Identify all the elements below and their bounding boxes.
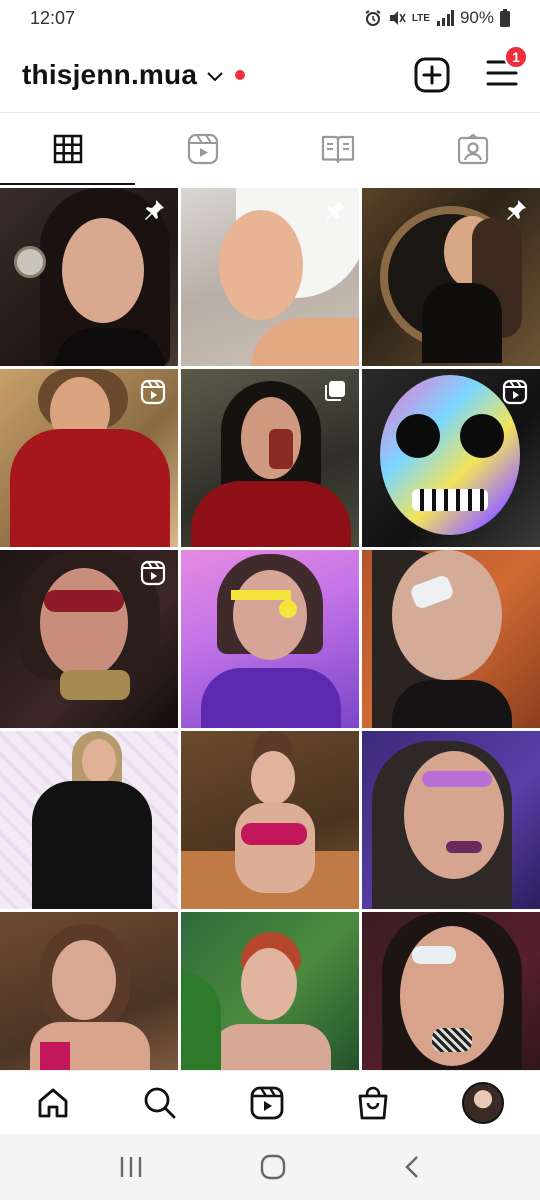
battery-icon [500, 9, 510, 27]
tab-posts-grid[interactable] [0, 113, 135, 185]
battery-percent: 90% [459, 8, 494, 27]
tagged-icon [457, 133, 488, 165]
post-thumbnail[interactable] [0, 912, 178, 1090]
alarm-icon [365, 10, 381, 26]
profile-header: thisjenn.mua 1 [0, 40, 540, 110]
reel-icon [140, 379, 166, 405]
create-post-icon[interactable] [414, 57, 450, 93]
network-label: LTE [411, 12, 430, 24]
profile-avatar[interactable] [461, 1081, 504, 1124]
post-thumbnail[interactable] [0, 369, 178, 547]
tab-reels[interactable] [135, 113, 270, 185]
reel-icon [140, 560, 166, 586]
status-icons: LTE 90% [364, 8, 510, 28]
post-thumbnail[interactable] [362, 188, 540, 366]
bottom-nav [0, 1070, 540, 1134]
search-icon[interactable] [143, 1086, 177, 1120]
reels-icon[interactable] [250, 1086, 284, 1120]
system-nav-bar [0, 1134, 540, 1200]
home-icon[interactable] [36, 1086, 70, 1120]
post-thumbnail[interactable] [181, 188, 359, 366]
chevron-down-icon[interactable] [207, 72, 223, 82]
mute-icon [389, 11, 406, 25]
grid-icon [53, 134, 82, 164]
post-thumbnail[interactable] [181, 369, 359, 547]
post-thumbnail[interactable] [181, 731, 359, 909]
profile-tabs [0, 113, 540, 185]
post-thumbnail[interactable] [362, 369, 540, 547]
home-button-icon[interactable] [260, 1154, 286, 1180]
reel-icon [502, 379, 528, 405]
notification-badge: 1 [504, 44, 528, 69]
post-thumbnail[interactable] [362, 912, 540, 1090]
back-icon[interactable] [402, 1155, 422, 1179]
post-thumbnail[interactable] [181, 550, 359, 728]
posts-grid [0, 188, 540, 1090]
post-thumbnail[interactable] [362, 550, 540, 728]
post-thumbnail[interactable] [181, 912, 359, 1090]
status-bar: 12:07 LTE 90% [0, 0, 540, 36]
pin-icon [507, 200, 526, 220]
post-thumbnail[interactable] [0, 550, 178, 728]
shop-icon[interactable] [357, 1086, 389, 1120]
post-thumbnail[interactable] [362, 731, 540, 909]
carousel-icon [325, 381, 345, 401]
signal-icon [436, 10, 454, 26]
pin-icon [326, 200, 345, 220]
pin-icon [145, 200, 164, 220]
account-username[interactable]: thisjenn.mua [22, 59, 197, 91]
status-time: 12:07 [30, 7, 76, 28]
guide-icon [321, 135, 354, 164]
reels-tab-icon [187, 133, 218, 165]
recent-apps-icon[interactable] [118, 1155, 144, 1179]
tab-guides[interactable] [270, 113, 405, 185]
menu-button[interactable]: 1 [486, 44, 528, 92]
account-notification-dot [235, 70, 246, 80]
post-thumbnail[interactable] [0, 188, 178, 366]
post-thumbnail[interactable] [0, 731, 178, 909]
tab-tagged[interactable] [405, 113, 540, 185]
